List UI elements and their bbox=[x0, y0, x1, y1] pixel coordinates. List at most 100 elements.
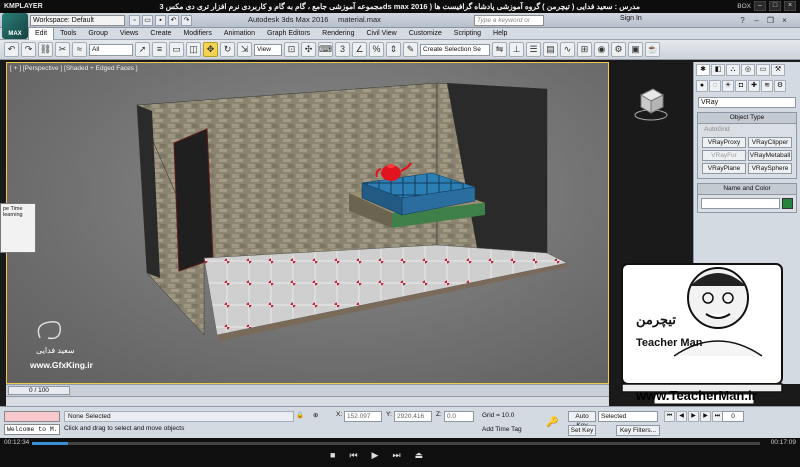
menu-edit[interactable]: Edit bbox=[28, 26, 55, 41]
schematic-view-icon[interactable]: ⊞ bbox=[577, 42, 592, 57]
rendered-frame-window-icon[interactable]: ▣ bbox=[628, 42, 643, 57]
vray-plane-button[interactable]: VRayPlane bbox=[702, 163, 746, 174]
curve-editor-icon[interactable]: ∿ bbox=[560, 42, 575, 57]
menu-create[interactable]: Create bbox=[144, 28, 177, 40]
bind-space-warp-icon[interactable]: ≈ bbox=[72, 42, 87, 57]
play-icon[interactable]: ▶ bbox=[688, 411, 699, 422]
maxscript-listener-input[interactable] bbox=[4, 411, 60, 422]
select-by-name-icon[interactable]: ≡ bbox=[152, 42, 167, 57]
z-coordinate-field[interactable]: 0.0 bbox=[444, 411, 474, 422]
vray-proxy-button[interactable]: VRayProxy bbox=[702, 137, 746, 148]
select-object-icon[interactable]: ➚ bbox=[135, 42, 150, 57]
percent-snap-icon[interactable]: % bbox=[369, 42, 384, 57]
menu-graph-editors[interactable]: Graph Editors bbox=[261, 28, 316, 40]
modify-tab-icon[interactable]: ◧ bbox=[711, 64, 725, 76]
close-icon[interactable]: × bbox=[784, 1, 796, 11]
player-progress-bar[interactable] bbox=[32, 442, 760, 445]
menu-customize[interactable]: Customize bbox=[403, 28, 448, 40]
object-name-field[interactable] bbox=[701, 198, 780, 209]
select-manipulate-icon[interactable]: ✣ bbox=[301, 42, 316, 57]
menu-civil-view[interactable]: Civil View bbox=[360, 28, 402, 40]
window-crossing-icon[interactable]: ◫ bbox=[186, 42, 201, 57]
undo-icon[interactable]: ↶ bbox=[4, 42, 19, 57]
minimize-icon[interactable]: – bbox=[754, 1, 766, 11]
key-filters-button[interactable]: Key Filters... bbox=[616, 425, 660, 436]
align-icon[interactable]: ⊥ bbox=[509, 42, 524, 57]
mirror-icon[interactable]: ⇋ bbox=[492, 42, 507, 57]
edit-named-selection-icon[interactable]: ✎ bbox=[403, 42, 418, 57]
previous-frame-icon[interactable]: ◀ bbox=[676, 411, 687, 422]
vray-sphere-button[interactable]: VRaySphere bbox=[748, 163, 792, 174]
helpers-icon[interactable]: ✚ bbox=[748, 80, 760, 92]
vray-metaball-button[interactable]: VRayMetaball bbox=[748, 150, 792, 161]
open-file-icon[interactable]: ▭ bbox=[142, 14, 153, 26]
reference-coordinate-dropdown[interactable]: View bbox=[254, 43, 282, 56]
maximize-icon[interactable]: □ bbox=[769, 1, 781, 11]
next-frame-icon[interactable]: ▶ bbox=[700, 411, 711, 422]
material-editor-icon[interactable]: ◉ bbox=[594, 42, 609, 57]
menu-help[interactable]: Help bbox=[487, 28, 513, 40]
viewport-label[interactable]: [ + ] [Perspective ] [Shaded + Edged Fac… bbox=[10, 65, 138, 72]
lock-selection-icon[interactable]: 🔒 bbox=[296, 411, 304, 419]
menu-tools[interactable]: Tools bbox=[54, 28, 82, 40]
undo-icon[interactable]: ↶ bbox=[168, 14, 179, 26]
graphite-ribbon-icon[interactable]: ▤ bbox=[543, 42, 558, 57]
rect-selection-icon[interactable]: ▭ bbox=[169, 42, 184, 57]
select-and-scale-icon[interactable]: ⇲ bbox=[237, 42, 252, 57]
vray-clipper-button[interactable]: VRayClipper bbox=[748, 137, 792, 148]
create-tab-icon[interactable]: ✱ bbox=[696, 64, 710, 76]
shapes-icon[interactable]: ◌ bbox=[709, 80, 721, 92]
layer-manager-icon[interactable]: ☰ bbox=[526, 42, 541, 57]
minimize-window-icon[interactable]: – bbox=[751, 15, 762, 26]
close-window-icon[interactable]: × bbox=[779, 15, 790, 26]
angle-snap-icon[interactable]: ∠ bbox=[352, 42, 367, 57]
spinner-snap-icon[interactable]: ⇕ bbox=[386, 42, 401, 57]
menu-scripting[interactable]: Scripting bbox=[448, 28, 487, 40]
maxscript-mini-listener[interactable]: Welcome to M. bbox=[4, 424, 60, 435]
geometry-icon[interactable]: ● bbox=[696, 80, 708, 92]
selection-filter-dropdown[interactable]: All bbox=[89, 43, 133, 56]
help-icon[interactable]: ? bbox=[737, 15, 748, 26]
y-coordinate-field[interactable]: 2920.416 bbox=[394, 411, 432, 422]
snaps-toggle-icon[interactable]: 3 bbox=[335, 42, 350, 57]
menu-animation[interactable]: Animation bbox=[218, 28, 261, 40]
sign-in-link[interactable]: Sign In bbox=[620, 15, 642, 22]
max-app-button[interactable]: MAX bbox=[2, 13, 28, 39]
redo-icon[interactable]: ↷ bbox=[21, 42, 36, 57]
eject-icon[interactable]: ⏏ bbox=[415, 450, 424, 461]
cameras-icon[interactable]: ◘ bbox=[735, 80, 747, 92]
key-selection-dropdown[interactable]: Selected bbox=[598, 411, 658, 422]
workspace-dropdown[interactable]: Workspace: Default bbox=[30, 14, 125, 26]
viewcube-icon[interactable] bbox=[633, 83, 669, 123]
previous-icon[interactable]: ⏮ bbox=[349, 450, 357, 461]
search-input[interactable]: Type a keyword or phrase bbox=[474, 15, 544, 33]
restore-window-icon[interactable]: ❐ bbox=[765, 15, 776, 26]
render-production-icon[interactable]: ☕ bbox=[645, 42, 660, 57]
vray-fur-button[interactable]: VRayFur bbox=[702, 150, 746, 161]
time-slider[interactable]: 0 / 100 bbox=[6, 384, 609, 396]
auto-key-button[interactable]: Auto Key bbox=[568, 411, 596, 429]
render-setup-icon[interactable]: ⚙ bbox=[611, 42, 626, 57]
go-to-start-icon[interactable]: ⏮ bbox=[664, 411, 675, 422]
named-selection-set-dropdown[interactable]: Create Selection Se bbox=[420, 43, 490, 56]
select-and-rotate-icon[interactable]: ↻ bbox=[220, 42, 235, 57]
set-key-button[interactable]: Set Key bbox=[568, 425, 596, 436]
menu-views[interactable]: Views bbox=[114, 28, 145, 40]
set-key-mode-icon[interactable]: 🔑 bbox=[546, 417, 558, 428]
time-slider-thumb[interactable]: 0 / 100 bbox=[8, 386, 70, 395]
save-icon[interactable]: ▪ bbox=[155, 14, 166, 26]
play-pause-icon[interactable]: ▶ bbox=[372, 450, 379, 461]
lights-icon[interactable]: ☀ bbox=[722, 80, 734, 92]
utilities-tab-icon[interactable]: ⚒ bbox=[771, 64, 785, 76]
hierarchy-tab-icon[interactable]: ⛬ bbox=[726, 64, 740, 76]
select-and-move-icon[interactable]: ✥ bbox=[203, 42, 218, 57]
x-coordinate-field[interactable]: 152.097 bbox=[344, 411, 382, 422]
keyboard-shortcut-icon[interactable]: ⌨ bbox=[318, 42, 333, 57]
link-icon[interactable]: ⛓ bbox=[38, 42, 53, 57]
systems-icon[interactable]: ⚙ bbox=[774, 80, 786, 92]
stop-icon[interactable]: ■ bbox=[330, 450, 335, 461]
spacewarps-icon[interactable]: ≋ bbox=[761, 80, 773, 92]
pivot-center-icon[interactable]: ⊡ bbox=[284, 42, 299, 57]
menu-modifiers[interactable]: Modifiers bbox=[177, 28, 217, 40]
object-category-dropdown[interactable]: VRay bbox=[698, 97, 796, 108]
